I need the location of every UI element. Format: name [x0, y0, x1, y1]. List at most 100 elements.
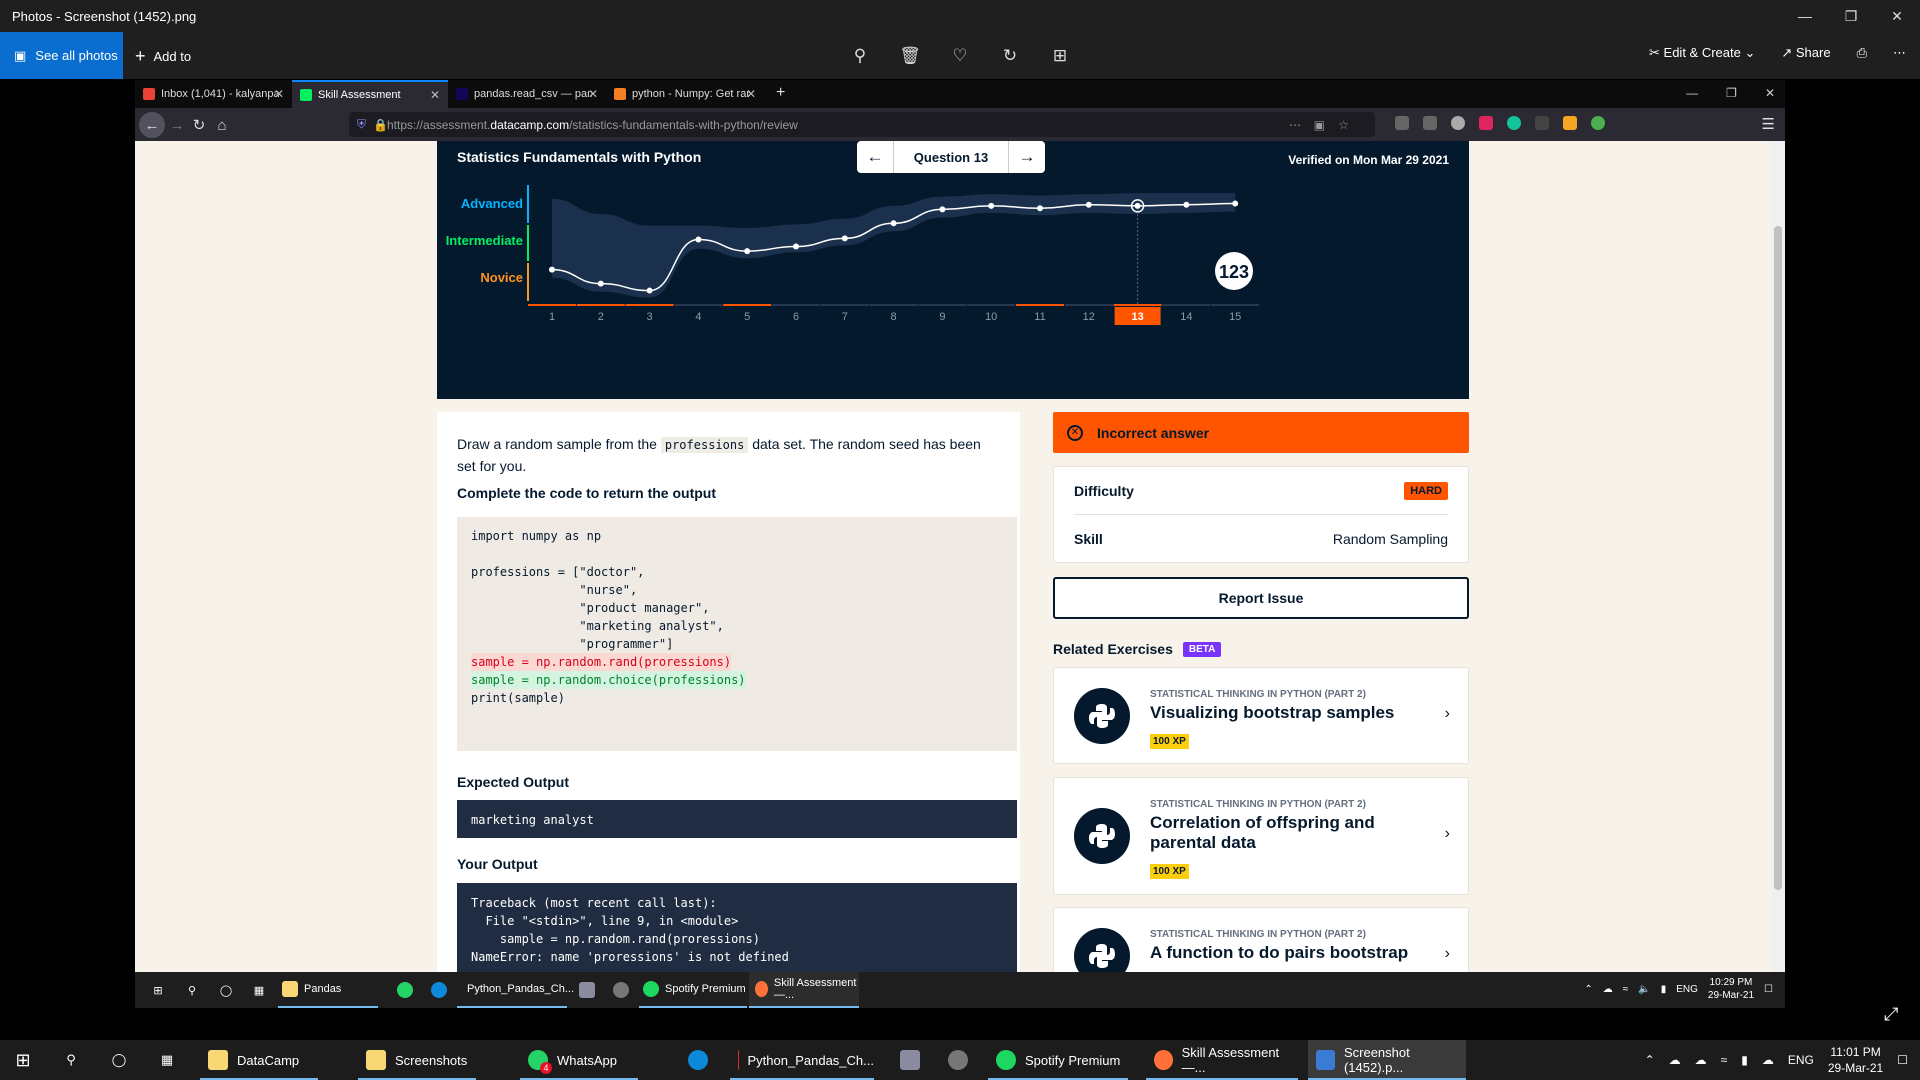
minimize-icon[interactable]: —: [1782, 0, 1828, 32]
crop-icon[interactable]: ⊞: [1046, 42, 1074, 70]
edit-create-button[interactable]: ✂ Edit & Create ⌄: [1649, 45, 1755, 61]
edge-icon[interactable]: [431, 972, 447, 1008]
see-all-photos-button[interactable]: ▣ See all photos: [0, 32, 123, 79]
ff-close-icon[interactable]: ✕: [1765, 86, 1775, 100]
taskbar-item-skill-assessment[interactable]: Skill Assessment —...: [1146, 1040, 1298, 1080]
reload-icon[interactable]: ↻: [188, 114, 210, 136]
tab-close-icon[interactable]: ✕: [588, 87, 598, 101]
exercise-card[interactable]: STATISTICAL THINKING IN PYTHON (PART 2) …: [1053, 667, 1469, 764]
library-icon[interactable]: [1395, 116, 1409, 130]
account-icon[interactable]: [1451, 116, 1465, 130]
edge-icon[interactable]: [688, 1040, 708, 1080]
tab-pandas-read-csv[interactable]: pandas.read_csv — pandas 1.2 ✕: [448, 80, 606, 108]
inner-clock[interactable]: 10:29 PM 29-Mar-21: [1708, 976, 1754, 1002]
zoom-icon[interactable]: ⚲: [846, 42, 874, 70]
home-icon[interactable]: ⌂: [211, 114, 233, 136]
app-icon[interactable]: [948, 1040, 968, 1080]
task-view-icon[interactable]: ▦: [246, 972, 272, 1008]
search-icon[interactable]: ⚲: [58, 1040, 84, 1080]
wifi-icon[interactable]: ≈: [1721, 1053, 1728, 1067]
app-icon[interactable]: [613, 972, 629, 1008]
taskbar-item-screenshot-photo[interactable]: Screenshot (1452).p...: [1308, 1040, 1466, 1080]
taskbar-item-python-pandas[interactable]: Python_Pandas_Ch...: [457, 972, 574, 1008]
tab-inbox[interactable]: Inbox (1,041) - kalyanpaladugu ✕: [135, 80, 292, 108]
rotate-icon[interactable]: ↻: [996, 42, 1024, 70]
volume-icon[interactable]: 🔈: [1638, 984, 1650, 995]
restore-icon[interactable]: ❐: [1828, 0, 1874, 32]
whatsapp-icon[interactable]: [397, 972, 413, 1008]
tab-close-icon[interactable]: ✕: [430, 88, 440, 102]
next-question-button[interactable]: →: [1009, 141, 1045, 173]
task-view-icon[interactable]: ▦: [154, 1040, 180, 1080]
tab-close-icon[interactable]: ✕: [746, 87, 756, 101]
your-output: Traceback (most recent call last): File …: [457, 883, 1017, 972]
start-icon[interactable]: ⊞: [10, 1040, 36, 1080]
tab-numpy-random[interactable]: python - Numpy: Get random ✕: [606, 80, 764, 108]
back-icon[interactable]: ←: [139, 112, 165, 138]
delete-icon[interactable]: 🗑: [896, 42, 924, 70]
add-to-button[interactable]: + Add to: [135, 46, 191, 67]
print-icon[interactable]: ⎙: [1857, 45, 1867, 61]
extension-icon[interactable]: [1591, 116, 1605, 130]
language-indicator[interactable]: ENG: [1788, 1053, 1814, 1067]
search-icon[interactable]: ⚲: [179, 972, 205, 1008]
notifications-icon[interactable]: ☐: [1764, 984, 1773, 995]
related-exercises-heading: Related Exercises BETA: [1053, 641, 1222, 657]
taskbar-item-whatsapp[interactable]: 4 WhatsApp: [520, 1040, 638, 1080]
share-icon: ↗: [1781, 45, 1796, 60]
taskbar-item-pandas[interactable]: Pandas: [278, 972, 378, 1008]
ff-minimize-icon[interactable]: —: [1686, 86, 1698, 100]
url-bar[interactable]: ⛨ 🔒 https://assessment. datacamp.com/stat…: [349, 112, 1375, 137]
taskbar-item-spotify[interactable]: Spotify Premium: [639, 972, 747, 1008]
difficulty-label: Difficulty: [1074, 482, 1134, 499]
scrollbar-thumb[interactable]: [1774, 226, 1782, 890]
app-icon[interactable]: [579, 972, 595, 1008]
menu-icon[interactable]: ☰: [1762, 115, 1775, 133]
extension-icon[interactable]: [1563, 116, 1577, 130]
data-point: [1232, 200, 1239, 207]
start-icon[interactable]: ⊞: [145, 972, 171, 1008]
more-icon[interactable]: ⋯: [1893, 45, 1906, 61]
cortana-icon[interactable]: ◯: [213, 972, 239, 1008]
clock[interactable]: 11:01 PM 29-Mar-21: [1828, 1044, 1883, 1076]
taskbar-item-spotify[interactable]: Spotify Premium: [988, 1040, 1128, 1080]
new-tab-button[interactable]: +: [776, 84, 785, 102]
taskbar-item-python-pandas[interactable]: Python_Pandas_Ch...: [730, 1040, 874, 1080]
taskbar-item-datacamp[interactable]: DataCamp: [200, 1040, 318, 1080]
cortana-icon[interactable]: ◯: [106, 1040, 132, 1080]
page-actions-icon[interactable]: ⋯: [1289, 118, 1301, 132]
tray-chevron-icon[interactable]: ⌃: [1584, 984, 1592, 995]
report-issue-button[interactable]: Report Issue: [1053, 577, 1469, 619]
extension-icon[interactable]: [1535, 116, 1549, 130]
tab-close-icon[interactable]: ✕: [274, 87, 284, 101]
close-icon[interactable]: ✕: [1874, 0, 1920, 32]
onedrive-icon[interactable]: ☁: [1695, 1053, 1707, 1067]
forward-icon[interactable]: →: [166, 114, 188, 136]
tray-chevron-icon[interactable]: ⌃: [1645, 1053, 1655, 1067]
favorite-icon[interactable]: ♡: [946, 42, 974, 70]
pocket-ext-icon[interactable]: [1479, 116, 1493, 130]
bookmark-star-icon[interactable]: ☆: [1338, 118, 1349, 132]
notifications-icon[interactable]: ☐: [1897, 1053, 1908, 1067]
exercise-card[interactable]: STATISTICAL THINKING IN PYTHON (PART 2) …: [1053, 777, 1469, 895]
grammarly-icon[interactable]: [1507, 116, 1521, 130]
share-button[interactable]: ↗ Share: [1781, 45, 1830, 61]
taskbar-item-screenshots[interactable]: Screenshots: [358, 1040, 476, 1080]
expand-icon[interactable]: ⤢: [1884, 1004, 1898, 1025]
language-indicator[interactable]: ENG: [1676, 984, 1698, 995]
battery-icon[interactable]: ▮: [1741, 1053, 1748, 1067]
wifi-icon[interactable]: ≈: [1623, 984, 1629, 995]
onedrive-icon[interactable]: ☁: [1669, 1053, 1681, 1067]
ff-restore-icon[interactable]: ❐: [1726, 86, 1737, 100]
cloud-icon[interactable]: ☁: [1762, 1053, 1774, 1067]
page-scrollbar[interactable]: [1771, 141, 1785, 972]
app-icon[interactable]: [900, 1040, 920, 1080]
sidebar-icon[interactable]: [1423, 116, 1437, 130]
pocket-icon[interactable]: ▣: [1314, 118, 1325, 132]
onedrive-icon[interactable]: ☁: [1603, 984, 1613, 995]
exercise-card[interactable]: STATISTICAL THINKING IN PYTHON (PART 2) …: [1053, 907, 1469, 972]
battery-icon[interactable]: ▮: [1661, 984, 1667, 995]
tab-skill-assessment[interactable]: Skill Assessment ✕: [292, 80, 448, 108]
prev-question-button[interactable]: ←: [857, 141, 893, 173]
taskbar-item-skill-assessment[interactable]: Skill Assessment —...: [749, 972, 859, 1008]
